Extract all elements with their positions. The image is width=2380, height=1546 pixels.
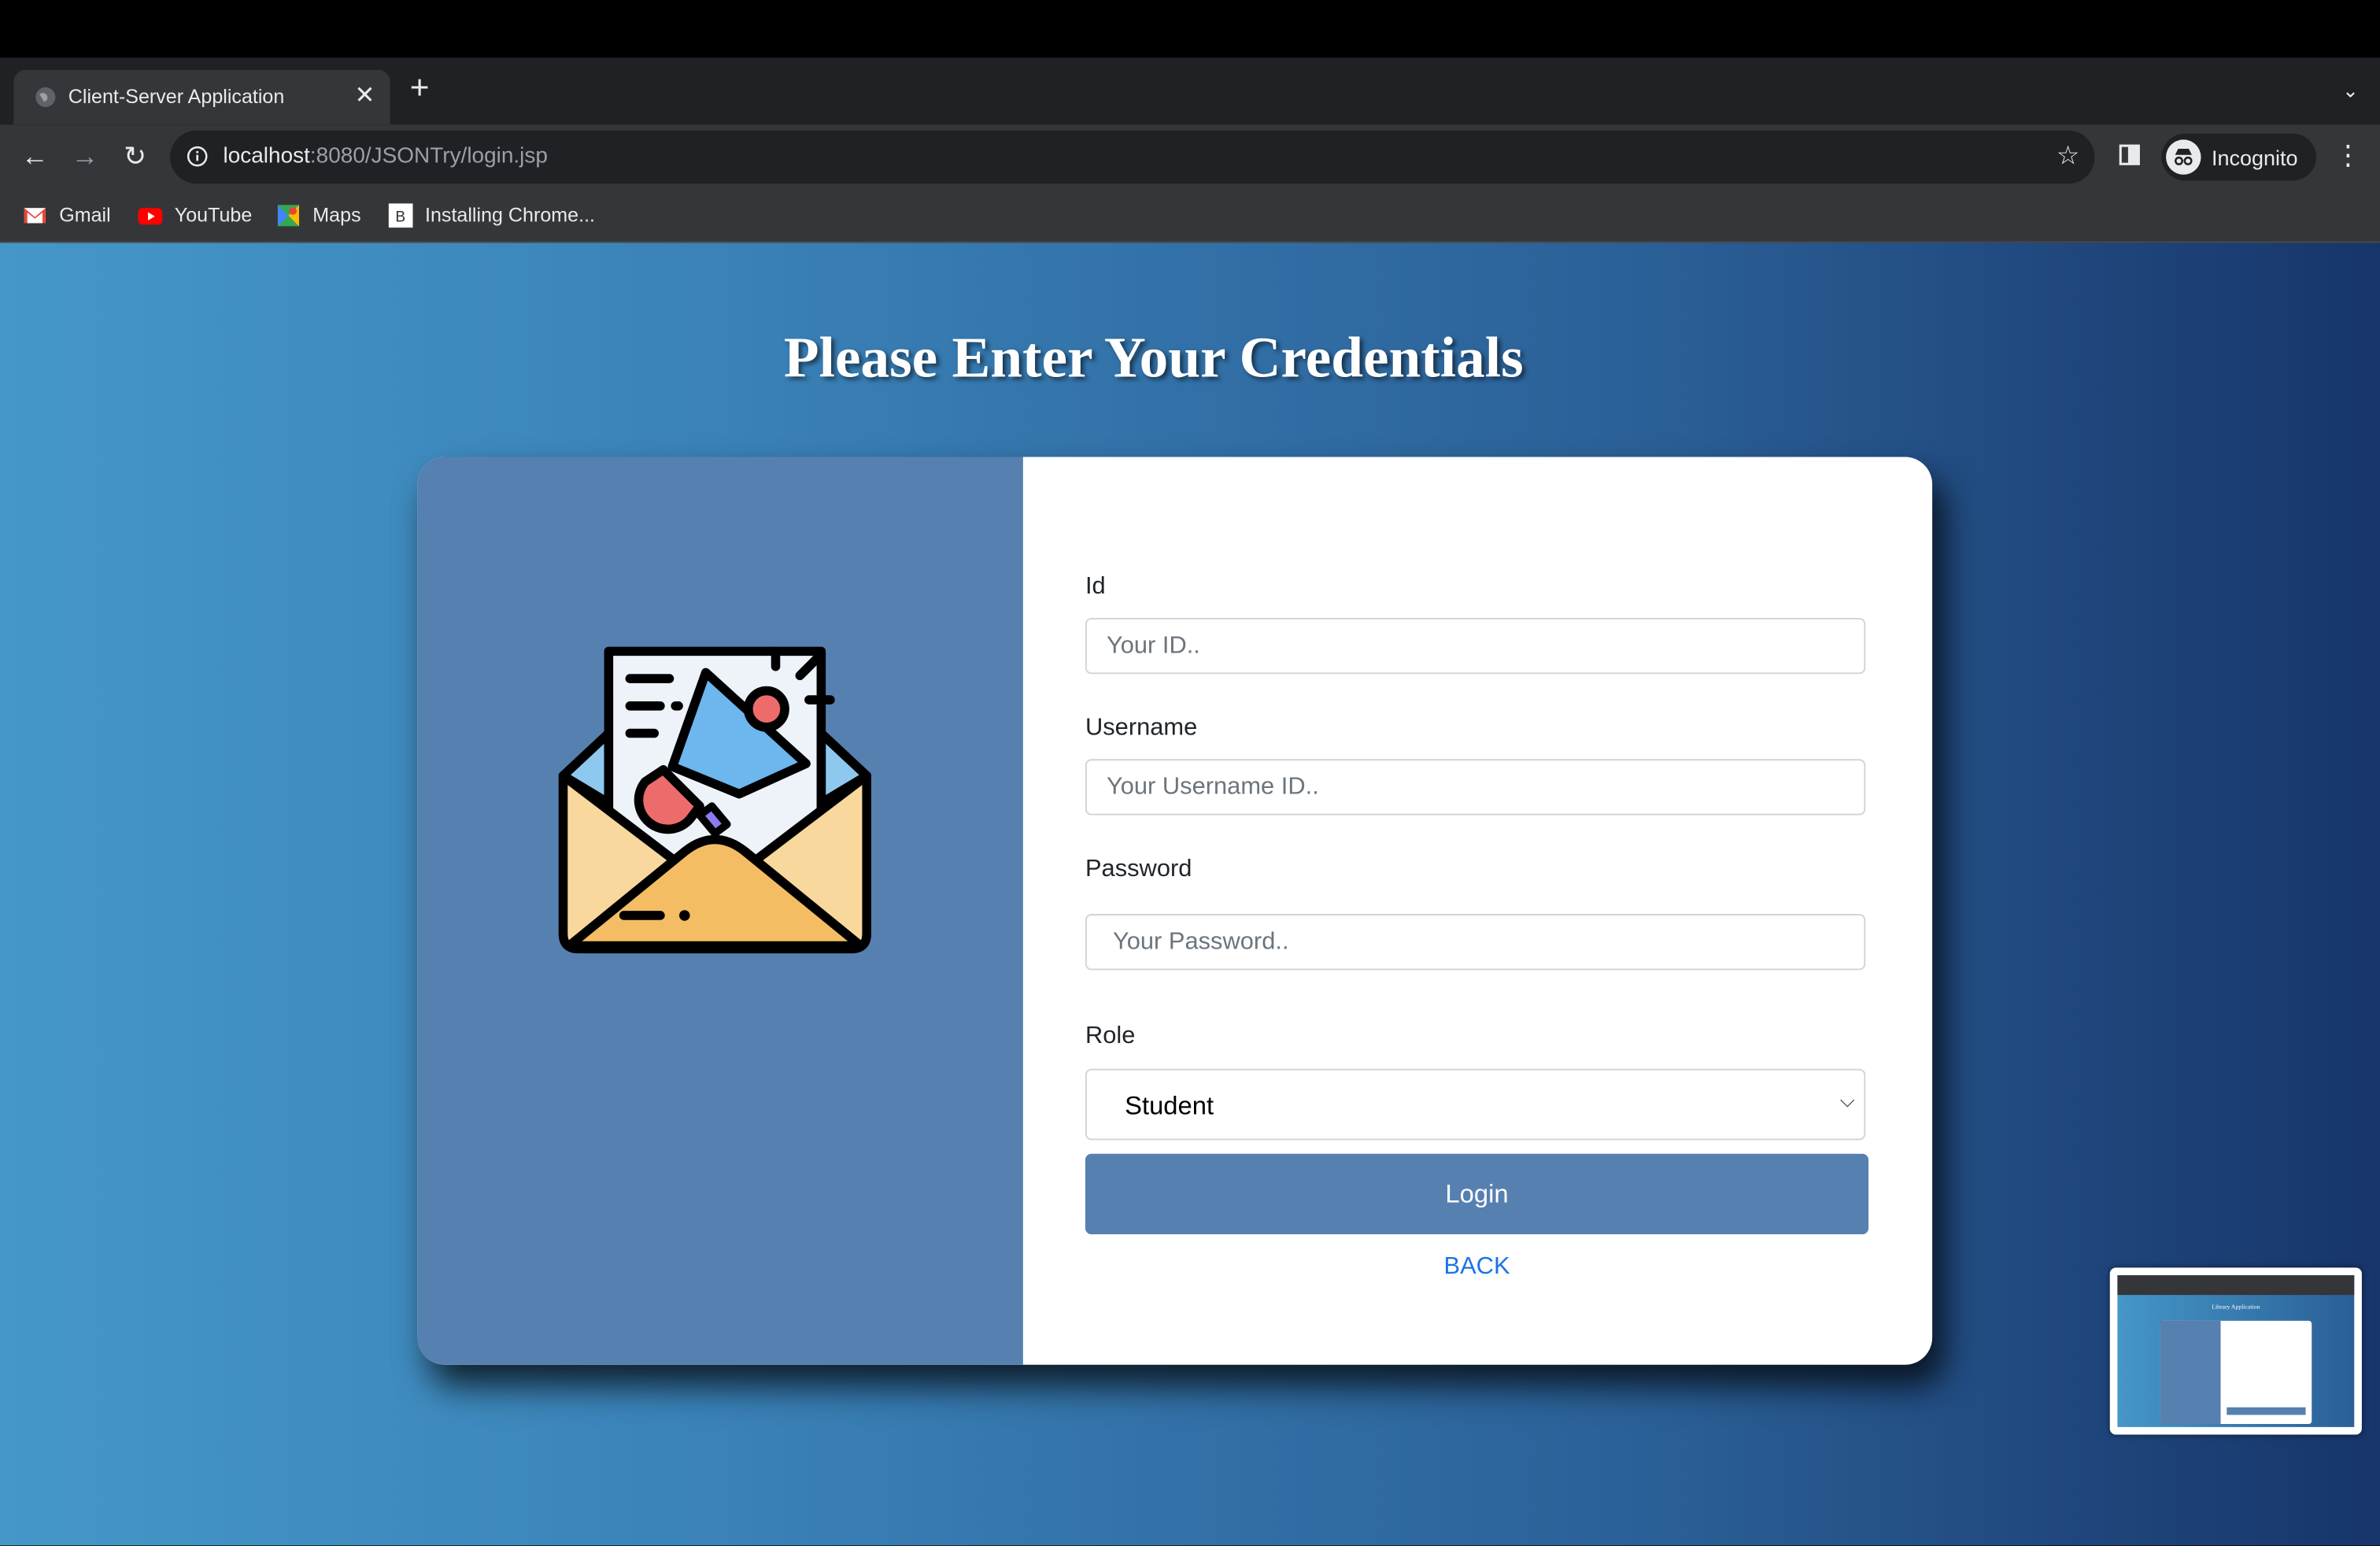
tab-search-icon[interactable]: ⌄	[2342, 79, 2359, 103]
browser-tab[interactable]: Client-Server Application ✕	[13, 69, 390, 125]
login-button[interactable]: Login	[1085, 1153, 1869, 1234]
address-bar[interactable]: localhost:8080/JSONTry/login.jsp ☆	[170, 130, 2095, 184]
back-link[interactable]: BACK	[1085, 1254, 1868, 1282]
tab-title: Client-Server Application	[68, 85, 285, 108]
password-input[interactable]: Your Password..	[1085, 914, 1866, 971]
screenshot-thumbnail[interactable]: Library Application	[2109, 1267, 2362, 1435]
reload-icon[interactable]: ↻	[118, 139, 151, 172]
illustration-panel	[417, 457, 1023, 1365]
incognito-label: Incognito	[2211, 146, 2298, 171]
username-label: Username	[1085, 715, 1198, 742]
bookmarks-bar: Gmail YouTube Maps B Installing Chrome..…	[0, 191, 2380, 243]
svg-text:B: B	[395, 209, 405, 226]
chevron-down-icon: ⌵	[1839, 1088, 1855, 1111]
gmail-icon	[24, 208, 46, 224]
new-tab-button[interactable]: +	[410, 71, 430, 105]
incognito-profile-button[interactable]: Incognito	[2161, 133, 2317, 181]
bookmark-label: Installing Chrome...	[425, 203, 596, 227]
browser-toolbar: ← → ↻ localhost:8080/JSONTry/login.jsp ☆	[0, 124, 2380, 192]
tab-strip: Client-Server Application ✕	[0, 57, 2380, 125]
page-title: Please Enter Your Credentials	[783, 326, 1524, 390]
bookmark-star-icon[interactable]: ☆	[2057, 141, 2079, 172]
thumbnail-button	[2227, 1407, 2306, 1415]
bookmark-label: YouTube	[174, 203, 253, 227]
thumbnail-browser-bar	[2117, 1275, 2355, 1296]
role-selected-value: Student	[1125, 1091, 1214, 1121]
maps-icon	[277, 205, 299, 227]
browser-menu-icon[interactable]: ⋮	[2334, 139, 2362, 172]
bookmark-label: Gmail	[59, 203, 111, 227]
page-content: Please Enter Your Credentials Id Your ID…	[0, 242, 2380, 1546]
id-placeholder: Your ID..	[1106, 633, 1200, 660]
id-input[interactable]: Your ID..	[1085, 617, 1866, 675]
screen-top-bar	[0, 0, 2380, 58]
forward-icon[interactable]: →	[68, 139, 102, 172]
mail-megaphone-icon	[558, 646, 872, 954]
incognito-icon	[2166, 139, 2201, 175]
page-b-icon: B	[388, 203, 413, 228]
thumbnail-card	[2160, 1320, 2312, 1425]
info-icon[interactable]	[187, 146, 208, 167]
id-label: Id	[1085, 574, 1106, 600]
youtube-icon	[138, 208, 163, 225]
back-icon[interactable]: ←	[18, 139, 51, 172]
role-select[interactable]: Student ⌵	[1085, 1068, 1866, 1141]
password-placeholder: Your Password..	[1106, 929, 1289, 956]
role-label: Role	[1085, 1023, 1136, 1049]
bookmark-label: Maps	[312, 203, 361, 227]
url-path: :8080/JSONTry/login.jsp	[309, 144, 548, 169]
tab-close-icon[interactable]: ✕	[355, 80, 375, 111]
thumbnail-title: Library Application	[2212, 1302, 2260, 1311]
thumbnail-preview: Library Application	[2117, 1275, 2355, 1427]
thumbnail-card-left	[2160, 1320, 2221, 1425]
side-panel-icon[interactable]	[2119, 144, 2140, 165]
url-host: localhost	[223, 144, 310, 169]
globe-icon	[35, 87, 56, 107]
url-text: localhost:8080/JSONTry/login.jsp	[224, 144, 548, 168]
username-placeholder: Your Username ID..	[1106, 774, 1319, 801]
username-input[interactable]: Your Username ID..	[1085, 759, 1866, 816]
login-card: Id Your ID.. Username Your Username ID..…	[417, 457, 1933, 1365]
password-label: Password	[1085, 856, 1192, 882]
